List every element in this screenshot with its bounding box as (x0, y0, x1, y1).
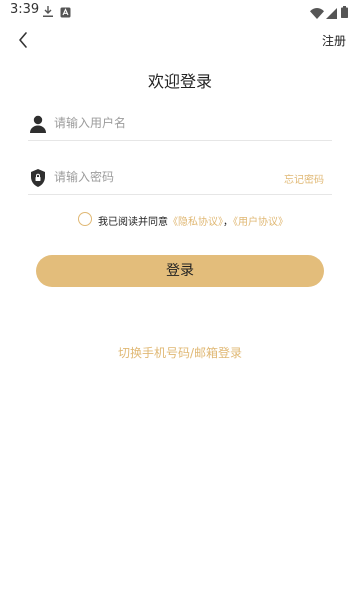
status-bar: 3:39 (0, 0, 360, 20)
agreement-prefix: 我已阅读并同意 (98, 217, 168, 228)
username-field (28, 108, 332, 141)
user-agreement-link[interactable]: 《用户协议》 (233, 217, 288, 228)
password-field: 忘记密码 (28, 162, 332, 195)
page-title: 欢迎登录 (147, 72, 212, 91)
agreement-separator: ， (223, 217, 233, 228)
agreement-text: 我已阅读并同意《隐私协议》，《用户协议》 (98, 213, 288, 228)
cellular-signal-icon (326, 4, 337, 23)
register-button[interactable]: 注册 (322, 32, 346, 49)
app-notification-icon (60, 3, 71, 22)
privacy-policy-link[interactable]: 《隐私协议》 (168, 217, 223, 228)
agreement-checkbox[interactable] (78, 212, 92, 226)
back-button[interactable] (12, 28, 36, 52)
username-input[interactable] (54, 110, 274, 136)
status-time: 3:39 (10, 2, 40, 17)
switch-login-mode-link[interactable]: 切换手机号码/邮箱登录 (0, 344, 360, 361)
chevron-left-icon (19, 32, 27, 48)
login-button[interactable]: 登录 (36, 255, 324, 287)
forgot-password-link[interactable]: 忘记密码 (284, 171, 324, 186)
password-input[interactable] (54, 164, 274, 190)
user-icon (28, 114, 48, 134)
shield-lock-icon (28, 168, 48, 188)
wifi-icon (310, 4, 324, 23)
agreement-row: 我已阅读并同意《隐私协议》，《用户协议》 (78, 212, 338, 228)
download-icon (42, 3, 54, 22)
battery-icon (341, 3, 348, 22)
